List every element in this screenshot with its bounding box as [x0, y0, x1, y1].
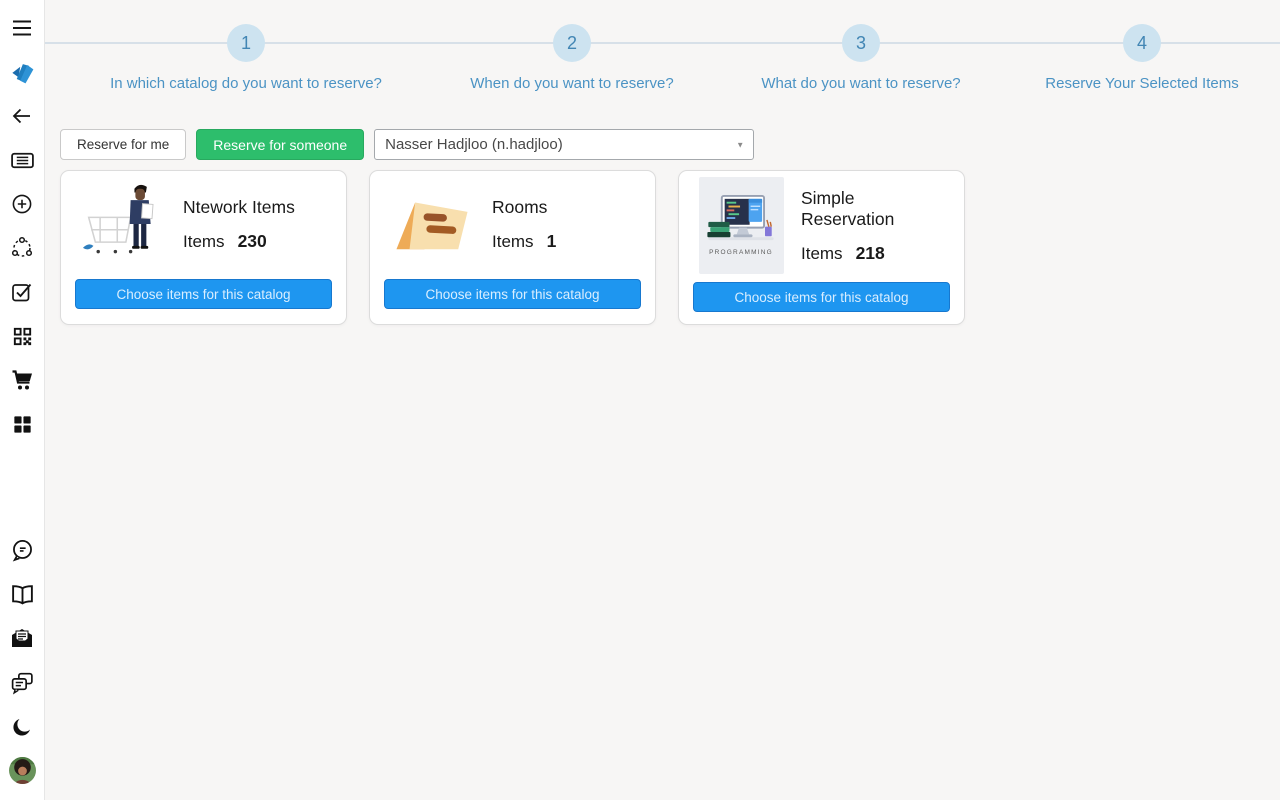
- reserve-for-someone-button[interactable]: Reserve for someone: [196, 129, 364, 160]
- user-select-value: Nasser Hadjloo (n.hadjloo): [385, 136, 563, 153]
- step-3-circle[interactable]: 3: [842, 24, 880, 62]
- plus-circle-icon[interactable]: [0, 182, 45, 226]
- catalog-card-rooms: Rooms Items 1 Choose items for this cata…: [369, 170, 656, 325]
- user-select[interactable]: Nasser Hadjloo (n.hadjloo) ▼: [374, 129, 754, 160]
- choose-items-button[interactable]: Choose items for this catalog: [384, 279, 641, 309]
- sidebar: [0, 0, 45, 800]
- cart-icon[interactable]: [0, 358, 45, 402]
- image-caption: PROGRAMMING: [709, 249, 773, 256]
- comment-icon[interactable]: [0, 528, 45, 572]
- catalog-card-simple-reservation: PROGRAMMING Simple Reservation Items 218…: [678, 170, 965, 325]
- programming-illustration: PROGRAMMING: [693, 177, 789, 274]
- moon-icon[interactable]: [0, 704, 45, 748]
- wizard-stepper: 1 In which catalog do you want to reserv…: [45, 0, 1280, 100]
- main-content: 1 In which catalog do you want to reserv…: [45, 0, 1280, 800]
- step-1-label: In which catalog do you want to reserve?: [110, 75, 382, 92]
- step-4-label: Reserve Your Selected Items: [1045, 75, 1238, 92]
- chevron-down-icon: ▼: [736, 140, 744, 149]
- ticket-icon[interactable]: [0, 138, 45, 182]
- card-title: Ntework Items: [183, 197, 295, 218]
- reserve-toolbar: Reserve for me Reserve for someone Nasse…: [60, 129, 1280, 160]
- tent-card-illustration: [384, 179, 480, 269]
- checklist-icon[interactable]: [0, 270, 45, 314]
- catalog-cards: Ntework Items Items 230 Choose items for…: [60, 170, 1265, 325]
- card-title: Simple Reservation: [801, 188, 950, 230]
- step-4[interactable]: 4 Reserve Your Selected Items: [932, 24, 1280, 92]
- items-count: 230: [238, 231, 267, 252]
- items-label: Items: [492, 232, 534, 252]
- card-title: Rooms: [492, 197, 556, 218]
- items-label: Items: [183, 232, 225, 252]
- mail-icon[interactable]: [0, 616, 45, 660]
- avatar[interactable]: [0, 748, 45, 792]
- step-4-circle[interactable]: 4: [1123, 24, 1161, 62]
- grid-icon[interactable]: [0, 402, 45, 446]
- reserve-for-me-button[interactable]: Reserve for me: [60, 129, 186, 160]
- step-3-label: What do you want to reserve?: [761, 75, 960, 92]
- choose-items-button[interactable]: Choose items for this catalog: [75, 279, 332, 309]
- step-1-circle[interactable]: 1: [227, 24, 265, 62]
- step-2-label: When do you want to reserve?: [470, 75, 673, 92]
- items-label: Items: [801, 244, 843, 264]
- sync-icon[interactable]: [0, 226, 45, 270]
- person-with-shopping-cart-illustration: [75, 179, 171, 269]
- back-arrow-icon[interactable]: [0, 94, 45, 138]
- choose-items-button[interactable]: Choose items for this catalog: [693, 282, 950, 312]
- items-count: 1: [547, 231, 557, 252]
- step-2-circle[interactable]: 2: [553, 24, 591, 62]
- book-icon[interactable]: [0, 572, 45, 616]
- chat-icon[interactable]: [0, 660, 45, 704]
- catalog-card-network-items: Ntework Items Items 230 Choose items for…: [60, 170, 347, 325]
- qr-code-icon[interactable]: [0, 314, 45, 358]
- items-count: 218: [856, 243, 885, 264]
